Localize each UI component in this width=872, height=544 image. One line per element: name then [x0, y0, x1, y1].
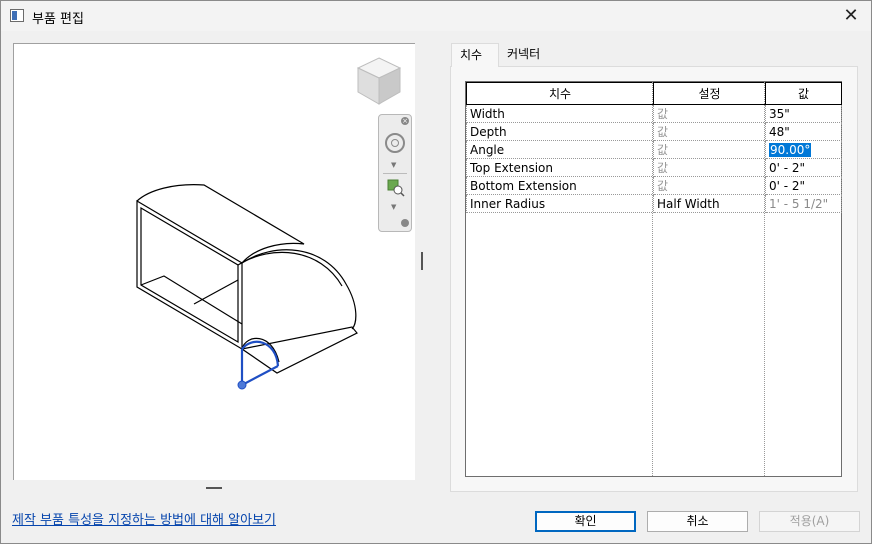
steering-wheel-dropdown-icon[interactable]: ▼: [391, 161, 396, 169]
ok-button[interactable]: 확인: [535, 511, 636, 532]
value-cell[interactable]: 35": [765, 104, 842, 123]
table-row[interactable]: Top Extension 값 0' - 2": [466, 158, 842, 177]
value-text: 48": [769, 124, 790, 139]
title-bar: 부품 편집 ✕: [1, 1, 871, 31]
preview-viewport[interactable]: × ▼ ▼: [13, 43, 431, 497]
close-button[interactable]: ✕: [839, 4, 863, 28]
setting-cell[interactable]: 값: [653, 176, 766, 195]
setting-cell[interactable]: 값: [653, 140, 766, 159]
help-link[interactable]: 제작 부품 특성을 지정하는 방법에 대해 알아보기: [12, 509, 276, 528]
dimension-name-cell: Inner Radius: [466, 194, 654, 213]
navbar-separator: [383, 173, 407, 174]
navigation-bar: × ▼ ▼: [378, 114, 412, 232]
vertical-grip-icon[interactable]: [421, 252, 423, 270]
setting-cell[interactable]: Half Width: [653, 194, 766, 213]
setting-cell[interactable]: 값: [653, 158, 766, 177]
navbar-close-icon[interactable]: ×: [401, 117, 409, 125]
table-row[interactable]: Bottom Extension 값 0' - 2": [466, 176, 842, 195]
setting-cell[interactable]: 값: [653, 122, 766, 141]
steering-wheel-icon[interactable]: [385, 133, 405, 153]
value-text: 35": [769, 106, 790, 121]
value-text: 0' - 2": [769, 178, 806, 193]
value-text: 90.00°: [769, 142, 812, 157]
column-header-value: 값: [765, 82, 842, 105]
value-cell[interactable]: 48": [765, 122, 842, 141]
table-row[interactable]: Depth 값 48": [466, 122, 842, 141]
horizontal-grip-icon[interactable]: [206, 487, 222, 489]
dimension-name-cell: Top Extension: [466, 158, 654, 177]
value-text: 1' - 5 1/2": [769, 196, 829, 211]
dimensions-table: 치수 설정 값 Width 값 35" Depth 값 48" Angle 값 90.00° To…: [466, 82, 842, 213]
column-header-dimension: 치수: [466, 82, 654, 105]
dimensions-grid: 치수 설정 값 Width 값 35" Depth 값 48" Angle 값 90.00° To…: [465, 81, 842, 477]
table-row[interactable]: Inner Radius Half Width 1' - 5 1/2": [466, 194, 842, 213]
grid-column-line: [652, 82, 653, 476]
dimension-name-cell: Width: [466, 104, 654, 123]
table-row[interactable]: Width 값 35": [466, 104, 842, 123]
value-cell[interactable]: 90.00°: [765, 140, 842, 159]
table-row[interactable]: Angle 값 90.00°: [466, 140, 842, 159]
column-header-setting: 설정: [653, 82, 766, 105]
tab-dimensions[interactable]: 치수: [451, 43, 499, 67]
value-text: 0' - 2": [769, 160, 806, 175]
zoom-dropdown-icon[interactable]: ▼: [391, 203, 396, 211]
dimension-name-cell: Depth: [466, 122, 654, 141]
dimension-name-cell: Angle: [466, 140, 654, 159]
table-body: Width 값 35" Depth 값 48" Angle 값 90.00° Top Extens…: [466, 104, 842, 213]
value-cell[interactable]: 0' - 2": [765, 158, 842, 177]
tab-connectors[interactable]: 커넥터: [499, 43, 551, 67]
cancel-button[interactable]: 취소: [647, 511, 748, 532]
viewport-splitter-vertical[interactable]: [415, 43, 432, 497]
elbow-preview-drawing: [136, 184, 358, 390]
zoom-icon[interactable]: [387, 179, 405, 197]
apply-button[interactable]: 적용(A): [759, 511, 860, 532]
value-cell[interactable]: 0' - 2": [765, 176, 842, 195]
navbar-menu-icon[interactable]: [401, 219, 409, 227]
app-icon: [10, 9, 24, 22]
viewcube-icon[interactable]: [352, 54, 406, 110]
grid-column-line: [764, 82, 765, 476]
table-header-row: 치수 설정 값: [466, 82, 842, 105]
setting-cell[interactable]: 값: [653, 104, 766, 123]
dimension-name-cell: Bottom Extension: [466, 176, 654, 195]
window-title: 부품 편집: [32, 12, 84, 27]
value-cell[interactable]: 1' - 5 1/2": [765, 194, 842, 213]
